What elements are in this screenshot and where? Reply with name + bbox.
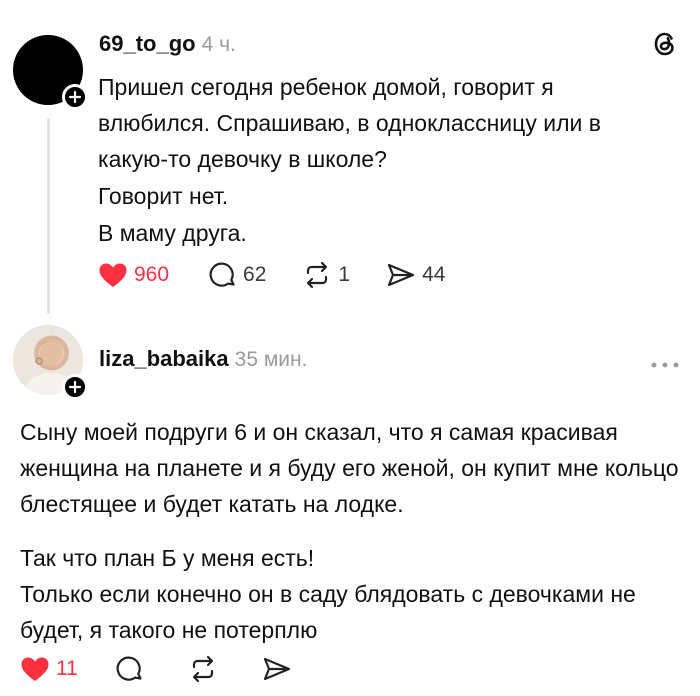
paragraph: Говорит нет. <box>98 183 229 209</box>
share-icon <box>263 657 290 681</box>
comment-button[interactable]: 62 <box>209 261 266 289</box>
more-icon[interactable] <box>650 356 680 368</box>
username[interactable]: 69_to_go <box>99 31 196 57</box>
repost-icon <box>192 655 213 683</box>
heart-icon <box>21 657 49 681</box>
follow-plus-icon[interactable] <box>62 84 88 110</box>
paragraph: Пришел сегодня ребенок домой, говорит я … <box>98 74 601 172</box>
comment-button[interactable] <box>116 655 144 683</box>
comment-count: 62 <box>243 263 267 286</box>
post-1: 69_to_go 4 ч. Пришел сегодня ребенок дом… <box>0 0 700 320</box>
comment-icon <box>209 262 235 287</box>
post-actions: 11 <box>20 654 328 684</box>
timestamp: 4 ч. <box>201 33 236 56</box>
share-icon <box>387 263 415 287</box>
paragraph: В маму друга. <box>98 220 247 246</box>
follow-plus-icon[interactable] <box>62 374 88 400</box>
username[interactable]: liza_babaika <box>99 346 229 372</box>
repost-button[interactable]: 1 <box>302 261 350 289</box>
thread-line <box>47 118 50 314</box>
post-header: 69_to_go 4 ч. <box>99 31 236 57</box>
like-count: 960 <box>134 263 170 286</box>
like-count: 11 <box>56 657 78 680</box>
repost-button[interactable] <box>188 655 218 683</box>
post-text: Сыну моей подруги 6 и он сказал, что я с… <box>20 414 685 648</box>
paragraph: Сыну моей подруги 6 и он сказал, что я с… <box>20 419 679 517</box>
post-header: liza_babaika 35 мин. <box>99 346 307 372</box>
like-button[interactable]: 11 <box>20 656 78 682</box>
post-text: Пришел сегодня ребенок домой, говорит я … <box>98 69 668 251</box>
repost-count: 1 <box>338 263 351 286</box>
threads-logo-icon[interactable] <box>651 30 679 58</box>
share-button[interactable]: 44 <box>386 261 445 289</box>
share-button[interactable] <box>262 655 292 683</box>
timestamp: 35 мин. <box>234 348 308 371</box>
repost-icon <box>307 261 328 289</box>
like-button[interactable]: 960 <box>98 262 169 288</box>
comment-icon <box>116 656 142 681</box>
paragraph: Так что план Б у меня есть! Только если … <box>20 545 636 643</box>
heart-icon <box>99 263 127 287</box>
share-count: 44 <box>422 263 446 286</box>
post-2: liza_babaika 35 мин. Сыну моей подруги 6… <box>0 320 700 696</box>
post-actions: 960 62 1 44 <box>98 260 481 290</box>
